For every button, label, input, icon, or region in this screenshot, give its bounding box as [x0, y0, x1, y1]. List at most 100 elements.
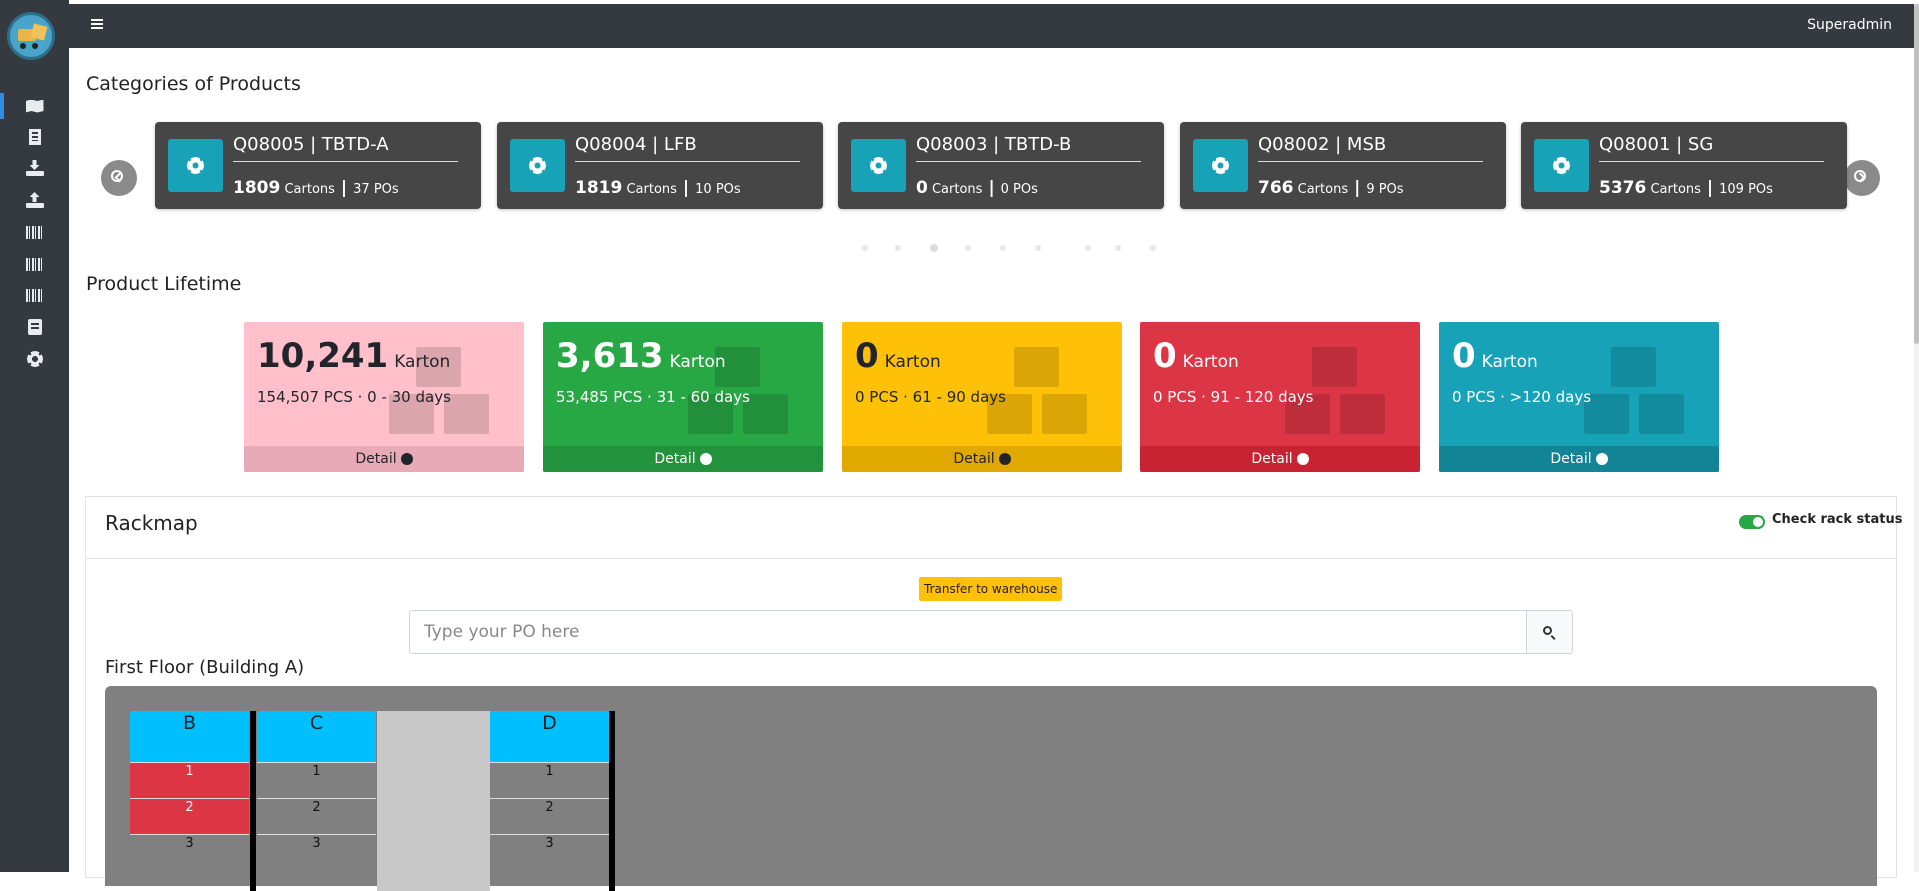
lifetime-card: 0 Karton 0 PCS · 61 - 90 days Detail [842, 322, 1122, 472]
lifetime-title: Product Lifetime [86, 273, 242, 295]
category-card[interactable]: Q08001 | SG 5376 Cartons | 109 POs [1521, 122, 1847, 209]
rack-divider [250, 711, 256, 891]
detail-link[interactable]: Detail [1439, 446, 1719, 472]
lifetime-value: 10,241 Karton [257, 336, 451, 376]
category-title: Q08004 | LFB [575, 134, 697, 155]
hamburger-menu-icon[interactable] [91, 19, 103, 29]
sidebar-item-outbound[interactable] [0, 185, 69, 215]
carousel-dot[interactable] [965, 245, 971, 251]
divider [575, 161, 800, 162]
rack-cell[interactable]: 2 [130, 798, 249, 834]
category-stats: 0 Cartons | 0 POs [916, 178, 1038, 198]
rack-cell[interactable]: 3 [490, 834, 609, 870]
carousel-dot[interactable] [1115, 245, 1121, 251]
category-card[interactable]: Q08005 | TBTD-A 1809 Cartons | 37 POs [155, 122, 481, 209]
sidebar-item-inbound[interactable] [0, 153, 69, 183]
divider [1258, 161, 1483, 162]
barcode-icon [25, 257, 44, 271]
category-icon-box [510, 139, 565, 192]
app-logo[interactable] [7, 12, 55, 60]
carousel-dot-active[interactable] [930, 244, 938, 252]
category-icon-box [168, 139, 223, 192]
lifetime-value: 3,613 Karton [556, 336, 726, 376]
carousel-dot[interactable] [1035, 245, 1041, 251]
category-stats: 5376 Cartons | 109 POs [1599, 178, 1773, 198]
category-icon-box [1193, 139, 1248, 192]
detail-link[interactable]: Detail [244, 446, 524, 472]
lifetime-card: 3,613 Karton 53,485 PCS · 31 - 60 days Deta… [543, 322, 823, 472]
sidebar-item-settings[interactable] [0, 344, 69, 374]
wheel-icon [20, 43, 26, 49]
category-title: Q08001 | SG [1599, 134, 1714, 155]
po-search-input[interactable] [409, 610, 1527, 654]
sidebar-item-reports[interactable] [0, 312, 69, 342]
lifetime-card: 10,241 Karton 154,507 PCS · 0 - 30 days Det… [244, 322, 524, 472]
carousel-dot[interactable] [1085, 245, 1091, 251]
rack-status-toggle-label: Check rack status [1772, 512, 1903, 527]
sidebar-item-barcode-1[interactable] [0, 217, 69, 247]
carousel-dot[interactable] [862, 245, 868, 251]
rack-cell[interactable]: 1 [490, 762, 609, 798]
rack-column-header: D [490, 711, 609, 762]
search-button[interactable] [1527, 610, 1573, 654]
rack-cell[interactable]: 1 [130, 762, 249, 798]
map-icon [25, 99, 44, 113]
rack-column-b: B 1 2 3 [130, 711, 249, 870]
cubes-icon [1584, 342, 1699, 452]
floor-map: B 1 2 3 C 1 2 3 D 1 2 3 [105, 686, 1877, 891]
detail-link[interactable]: Detail [543, 446, 823, 472]
transfer-to-warehouse-button[interactable]: Transfer to warehouse [919, 577, 1063, 601]
divider [916, 161, 1141, 162]
arrow-circle-right-icon [1595, 453, 1608, 465]
rackmap-title: Rackmap [105, 511, 198, 535]
rack-column-header: C [257, 711, 376, 762]
page-scrollbar[interactable] [1914, 4, 1919, 872]
sidebar-item-barcode-2[interactable] [0, 249, 69, 279]
divider [1599, 161, 1824, 162]
arrow-circle-right-icon [400, 453, 413, 465]
wheel-icon [32, 43, 38, 49]
carousel-dot[interactable] [1000, 245, 1006, 251]
rack-status-toggle[interactable] [1739, 515, 1765, 529]
lifetime-value: 0 Karton [1153, 336, 1239, 376]
building-icon [28, 129, 41, 145]
lifetime-description: 154,507 PCS · 0 - 30 days [257, 388, 451, 406]
sidebar-item-rackmap[interactable] [0, 91, 69, 121]
rack-cell[interactable]: 3 [130, 834, 249, 870]
lifetime-description: 0 PCS · 91 - 120 days [1153, 388, 1314, 406]
categories-title: Categories of Products [86, 73, 301, 95]
category-card[interactable]: Q08003 | TBTD-B 0 Cartons | 0 POs [838, 122, 1164, 209]
category-icon-box [851, 139, 906, 192]
category-stats: 1809 Cartons | 37 POs [233, 178, 399, 198]
rack-column-header: B [130, 711, 249, 762]
carousel-dot[interactable] [895, 245, 901, 251]
detail-link[interactable]: Detail [1140, 446, 1420, 472]
carousel-prev-button[interactable] [101, 160, 137, 196]
search-icon [1543, 626, 1552, 635]
rack-column-d: D 1 2 3 [490, 711, 609, 870]
detail-link[interactable]: Detail [842, 446, 1122, 472]
barcode-icon [25, 288, 44, 302]
aisle [377, 711, 490, 891]
lifetime-description: 0 PCS · 61 - 90 days [855, 388, 1006, 406]
rack-cell[interactable]: 2 [490, 798, 609, 834]
carousel-dot[interactable] [1150, 245, 1156, 251]
download-icon [25, 160, 44, 176]
carousel-next-button[interactable] [1844, 160, 1880, 196]
rack-cell[interactable]: 3 [257, 834, 376, 870]
chevron-left-icon [114, 172, 125, 183]
sidebar-item-barcode-3[interactable] [0, 280, 69, 310]
category-stats: 1819 Cartons | 10 POs [575, 178, 741, 198]
rack-cell[interactable]: 2 [257, 798, 376, 834]
gear-icon [1212, 157, 1229, 174]
category-title: Q08002 | MSB [1258, 134, 1387, 155]
user-menu[interactable]: Superadmin [1807, 17, 1892, 33]
category-stats: 766 Cartons | 9 POs [1258, 178, 1404, 198]
category-card[interactable]: Q08002 | MSB 766 Cartons | 9 POs [1180, 122, 1506, 209]
book-icon [27, 319, 42, 335]
sidebar-item-building[interactable] [0, 122, 69, 152]
category-card[interactable]: Q08004 | LFB 1819 Cartons | 10 POs [497, 122, 823, 209]
gear-icon [529, 157, 546, 174]
scrollbar-thumb[interactable] [1914, 4, 1919, 344]
rack-cell[interactable]: 1 [257, 762, 376, 798]
